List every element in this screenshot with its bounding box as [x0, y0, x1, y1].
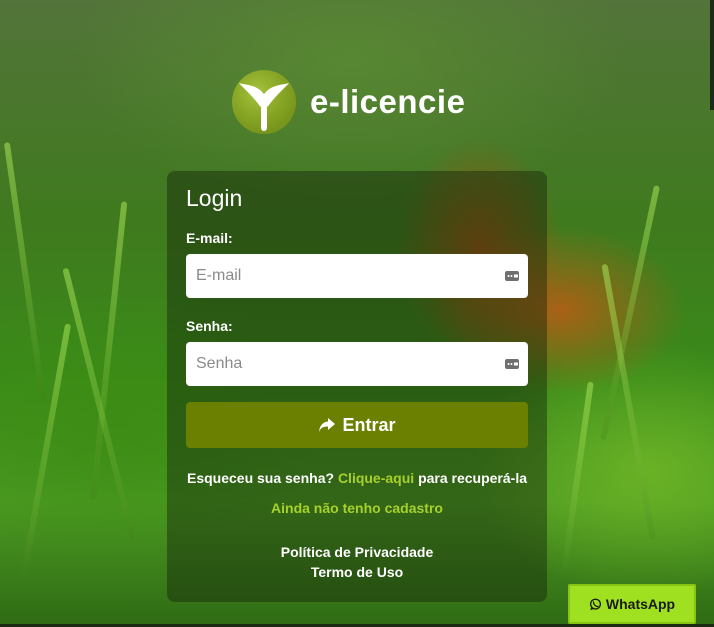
login-card: Login E-mail: Senha:: [167, 171, 547, 602]
signup-link[interactable]: Ainda não tenho cadastro: [271, 500, 443, 516]
forgot-prefix: Esqueceu sua senha?: [186, 470, 335, 486]
privacy-policy-link[interactable]: Política de Privacidade: [186, 542, 528, 562]
grass-decoration: [560, 381, 594, 581]
whatsapp-icon: [589, 598, 601, 610]
login-title: Login: [186, 185, 243, 211]
submit-button[interactable]: Entrar: [186, 402, 528, 448]
signup-row: Ainda não tenho cadastro: [186, 500, 528, 516]
password-manager-icon[interactable]: [504, 268, 520, 284]
grass-decoration: [62, 267, 136, 541]
password-label: Senha:: [186, 318, 233, 334]
forgot-suffix: para recuperá-la: [418, 470, 528, 486]
grass-decoration: [3, 142, 46, 401]
login-page: e-licencie Login E-mail: Senha:: [0, 0, 714, 627]
brand-name: e-licencie: [310, 83, 466, 120]
email-label: E-mail:: [186, 230, 233, 246]
grass-decoration: [20, 323, 72, 581]
whatsapp-label: WhatsApp: [605, 596, 676, 612]
brand-header: e-licencie: [232, 70, 465, 134]
email-field[interactable]: [186, 254, 528, 298]
submit-button-label: Entrar: [342, 414, 396, 435]
window-edge: [710, 0, 714, 110]
legal-links: Política de Privacidade Termo de Uso: [186, 542, 528, 582]
password-field[interactable]: [186, 342, 528, 386]
share-arrow-icon: [319, 418, 336, 432]
recover-password-link[interactable]: Clique-aqui: [338, 470, 414, 486]
terms-of-use-link[interactable]: Termo de Uso: [186, 562, 528, 582]
password-field-wrapper: [186, 342, 528, 386]
whatsapp-button[interactable]: WhatsApp: [568, 584, 696, 624]
email-field-wrapper: [186, 254, 528, 298]
forgot-password-text: Esqueceu sua senha? Clique-aqui para rec…: [186, 470, 528, 486]
password-manager-icon[interactable]: [504, 356, 520, 372]
sprout-logo-icon: [232, 70, 296, 134]
